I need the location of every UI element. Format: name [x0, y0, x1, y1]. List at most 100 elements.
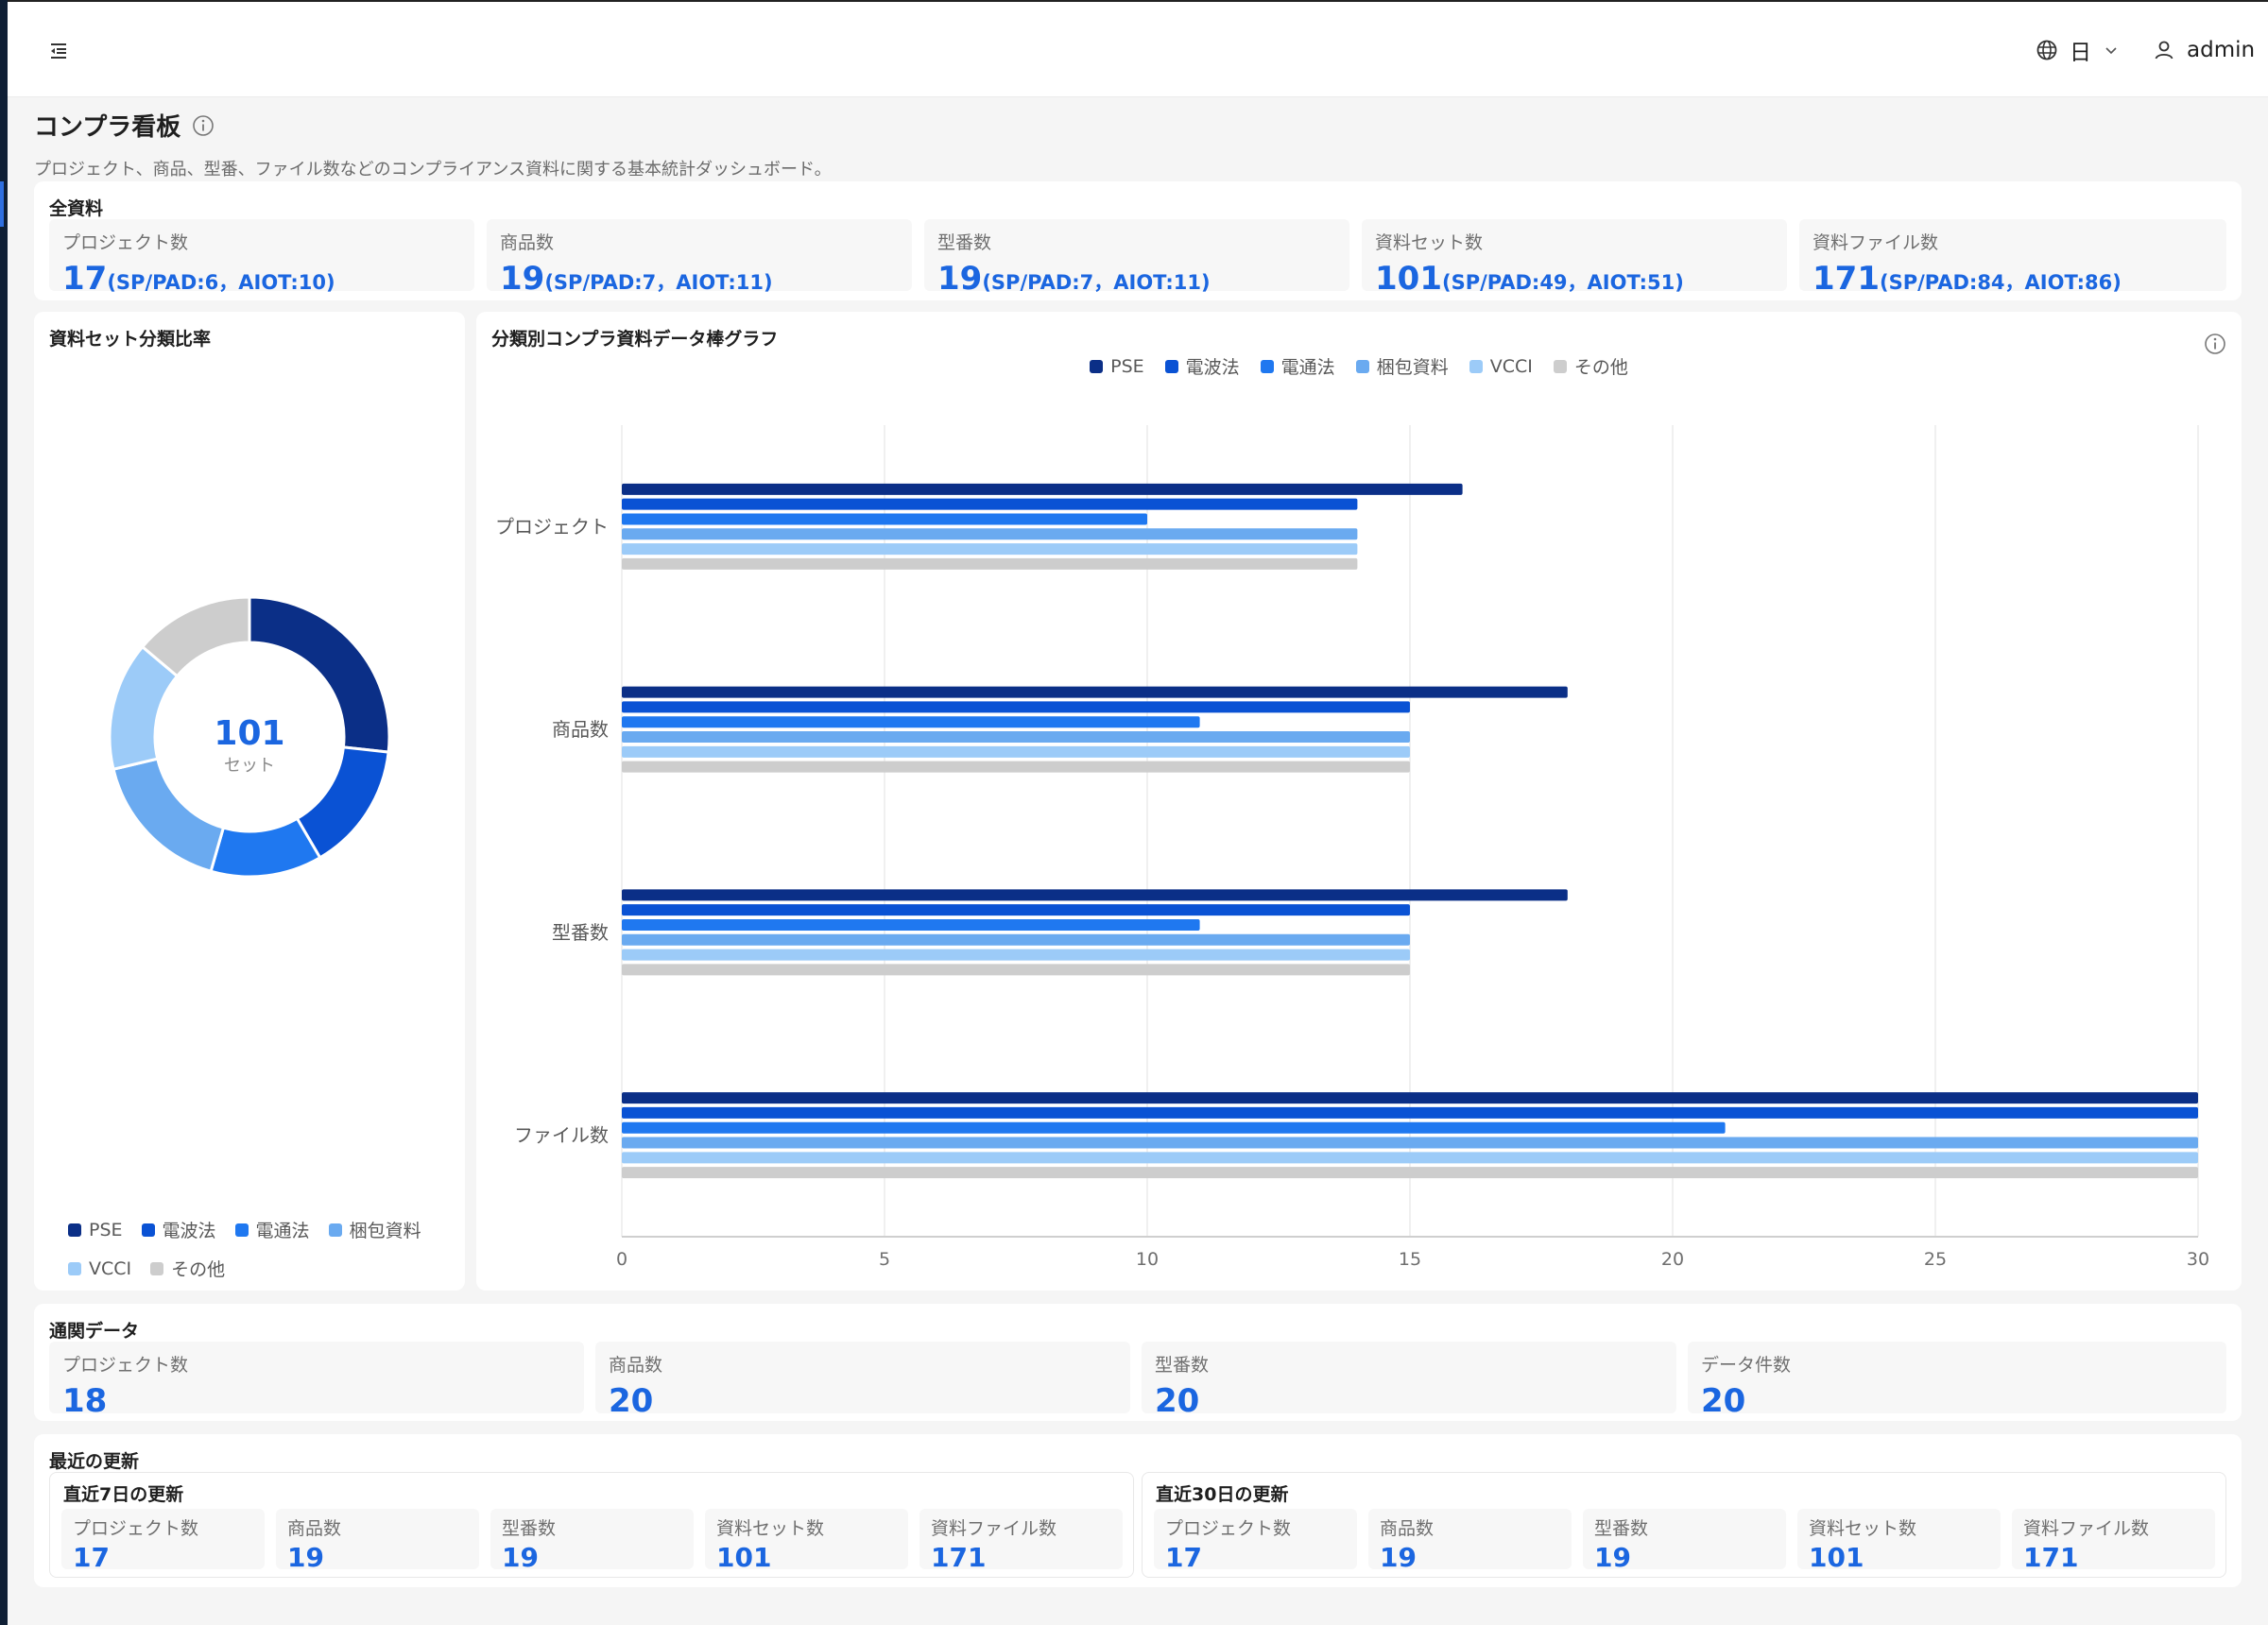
stat-label: 資料セット数 [1375, 232, 1484, 253]
y-category-label: プロジェクト [495, 515, 609, 538]
donut-legend-item[interactable]: 梱包資料 [328, 1217, 421, 1242]
recent7-document-file-count: 資料ファイル数 171 [919, 1509, 1123, 1573]
bar-0-0[interactable] [622, 483, 1463, 495]
bar-2-2[interactable] [622, 918, 1200, 931]
legend-swatch [1553, 359, 1567, 373]
bar-0-2[interactable] [622, 513, 1147, 525]
donut-legend-item[interactable]: 電波法 [141, 1217, 216, 1242]
stat-value: 101 [1809, 1542, 1864, 1573]
stat-value: 171 [1813, 260, 1880, 298]
bar-legend-item[interactable]: その他 [1553, 353, 1628, 379]
info-icon[interactable] [2204, 333, 2226, 355]
bar-1-4[interactable] [622, 745, 1410, 758]
y-category-label: 商品数 [552, 718, 609, 741]
recent30-model-count: 型番数 19 [1583, 1509, 1786, 1573]
bar-1-1[interactable] [622, 701, 1410, 713]
bar-3-1[interactable] [622, 1106, 2198, 1119]
bar-legend-item[interactable]: VCCI [1469, 353, 1533, 379]
bar-legend-item[interactable]: 電波法 [1164, 353, 1240, 379]
stat-value: 19 [287, 1542, 324, 1573]
stat-label: プロジェクト数 [62, 1355, 189, 1376]
bar-0-4[interactable] [622, 543, 1358, 556]
info-icon[interactable] [192, 114, 215, 137]
stat-value: 20 [1155, 1382, 1200, 1420]
legend-swatch [68, 1261, 81, 1275]
legend-label: 電波法 [162, 1221, 216, 1241]
donut-slice-2[interactable] [209, 816, 322, 879]
stat-value: 20 [609, 1382, 654, 1420]
legend-label: VCCI [1489, 355, 1533, 377]
legend-swatch [234, 1223, 249, 1237]
bar-0-5[interactable] [622, 557, 1358, 570]
page-title: コンプラ看板 [34, 113, 181, 142]
legend-label: PSE [1110, 355, 1144, 377]
user-menu[interactable]: admin [2153, 34, 2255, 66]
menu-fold-icon[interactable] [47, 40, 70, 62]
recent30-product-count: 商品数 19 [1368, 1509, 1572, 1573]
bar-2-1[interactable] [622, 904, 1410, 916]
legend-label: その他 [1573, 357, 1628, 378]
stat-detail: (SP/PAD:7，AIOT:11) [544, 271, 773, 294]
stat-value: 17 [62, 260, 108, 298]
bar-2-5[interactable] [622, 964, 1410, 976]
bar-legend-item[interactable]: 梱包資料 [1355, 353, 1449, 379]
recent-7-days-box: 直近7日の更新 プロジェクト数 17 商品数 19 型番数 19 資料セット数 … [49, 1472, 1134, 1578]
bar-2-3[interactable] [622, 933, 1410, 946]
recent30-project-count: プロジェクト数 17 [1154, 1509, 1357, 1573]
donut-legend-item[interactable]: VCCI [68, 1256, 131, 1281]
bar-3-3[interactable] [622, 1137, 2198, 1149]
recent-7-days-title: 直近7日の更新 [63, 1484, 184, 1505]
recent7-model-count: 型番数 19 [490, 1509, 694, 1573]
bar-2-4[interactable] [622, 949, 1410, 961]
legend-label: 電通法 [1280, 357, 1335, 378]
legend-swatch [1355, 359, 1369, 373]
bar-0-1[interactable] [622, 498, 1358, 510]
stat-value: 19 [1380, 1542, 1417, 1573]
customs-stat-project-count: プロジェクト数 18 [49, 1342, 584, 1420]
nav-active-indicator [0, 181, 4, 227]
x-tick-label: 30 [2187, 1249, 2209, 1270]
stat-value: 18 [62, 1382, 108, 1420]
donut-center-unit: セット [224, 756, 275, 776]
bar-0-3[interactable] [622, 528, 1358, 540]
donut-slice-3[interactable] [112, 757, 226, 874]
bar-1-5[interactable] [622, 761, 1410, 773]
donut-legend-item[interactable]: 電通法 [234, 1217, 310, 1242]
stat-value: 101 [1375, 260, 1442, 298]
bar-1-2[interactable] [622, 716, 1200, 728]
bar-3-2[interactable] [622, 1121, 1726, 1134]
stat-value: 101 [716, 1542, 772, 1573]
donut-chart: 101 セット [108, 595, 391, 879]
legend-swatch [1260, 359, 1274, 373]
language-switcher[interactable]: 日 [2036, 34, 2120, 66]
page-heading: コンプラ看板 プロジェクト、商品、型番、ファイル数などのコンプライアンス資料に関… [34, 108, 832, 180]
stat-label: 商品数 [287, 1518, 342, 1539]
bar-2-0[interactable] [622, 889, 1568, 901]
user-name: admin [2187, 38, 2256, 62]
recent30-document-file-count: 資料ファイル数 171 [2012, 1509, 2215, 1573]
legend-swatch [1164, 359, 1178, 373]
stat-value: 19 [937, 260, 983, 298]
stat-detail: (SP/PAD:7，AIOT:11) [982, 271, 1211, 294]
legend-label: その他 [171, 1259, 226, 1280]
bar-3-4[interactable] [622, 1152, 2198, 1164]
stat-value: 171 [2023, 1542, 2079, 1573]
legend-swatch [1090, 359, 1104, 373]
bar-1-0[interactable] [622, 686, 1568, 698]
x-tick-label: 10 [1136, 1249, 1159, 1270]
recent-updates-title: 最近の更新 [49, 1451, 140, 1472]
bar-legend-item[interactable]: PSE [1090, 353, 1144, 379]
stat-label: 商品数 [1380, 1518, 1435, 1539]
stat-label: 商品数 [500, 232, 555, 253]
stat-label: プロジェクト数 [62, 232, 189, 253]
bar-legend-item[interactable]: 電通法 [1260, 353, 1335, 379]
bar-3-0[interactable] [622, 1092, 2198, 1104]
x-tick-label: 5 [879, 1249, 890, 1270]
legend-label: 梱包資料 [349, 1221, 421, 1241]
stat-project-count: プロジェクト数 17(SP/PAD:6，AIOT:10) [49, 219, 474, 298]
bar-3-5[interactable] [622, 1167, 2198, 1179]
bar-1-3[interactable] [622, 731, 1410, 744]
chevron-down-icon [2105, 47, 2117, 55]
donut-legend-item[interactable]: PSE [68, 1217, 123, 1242]
donut-legend-item[interactable]: その他 [150, 1256, 225, 1281]
